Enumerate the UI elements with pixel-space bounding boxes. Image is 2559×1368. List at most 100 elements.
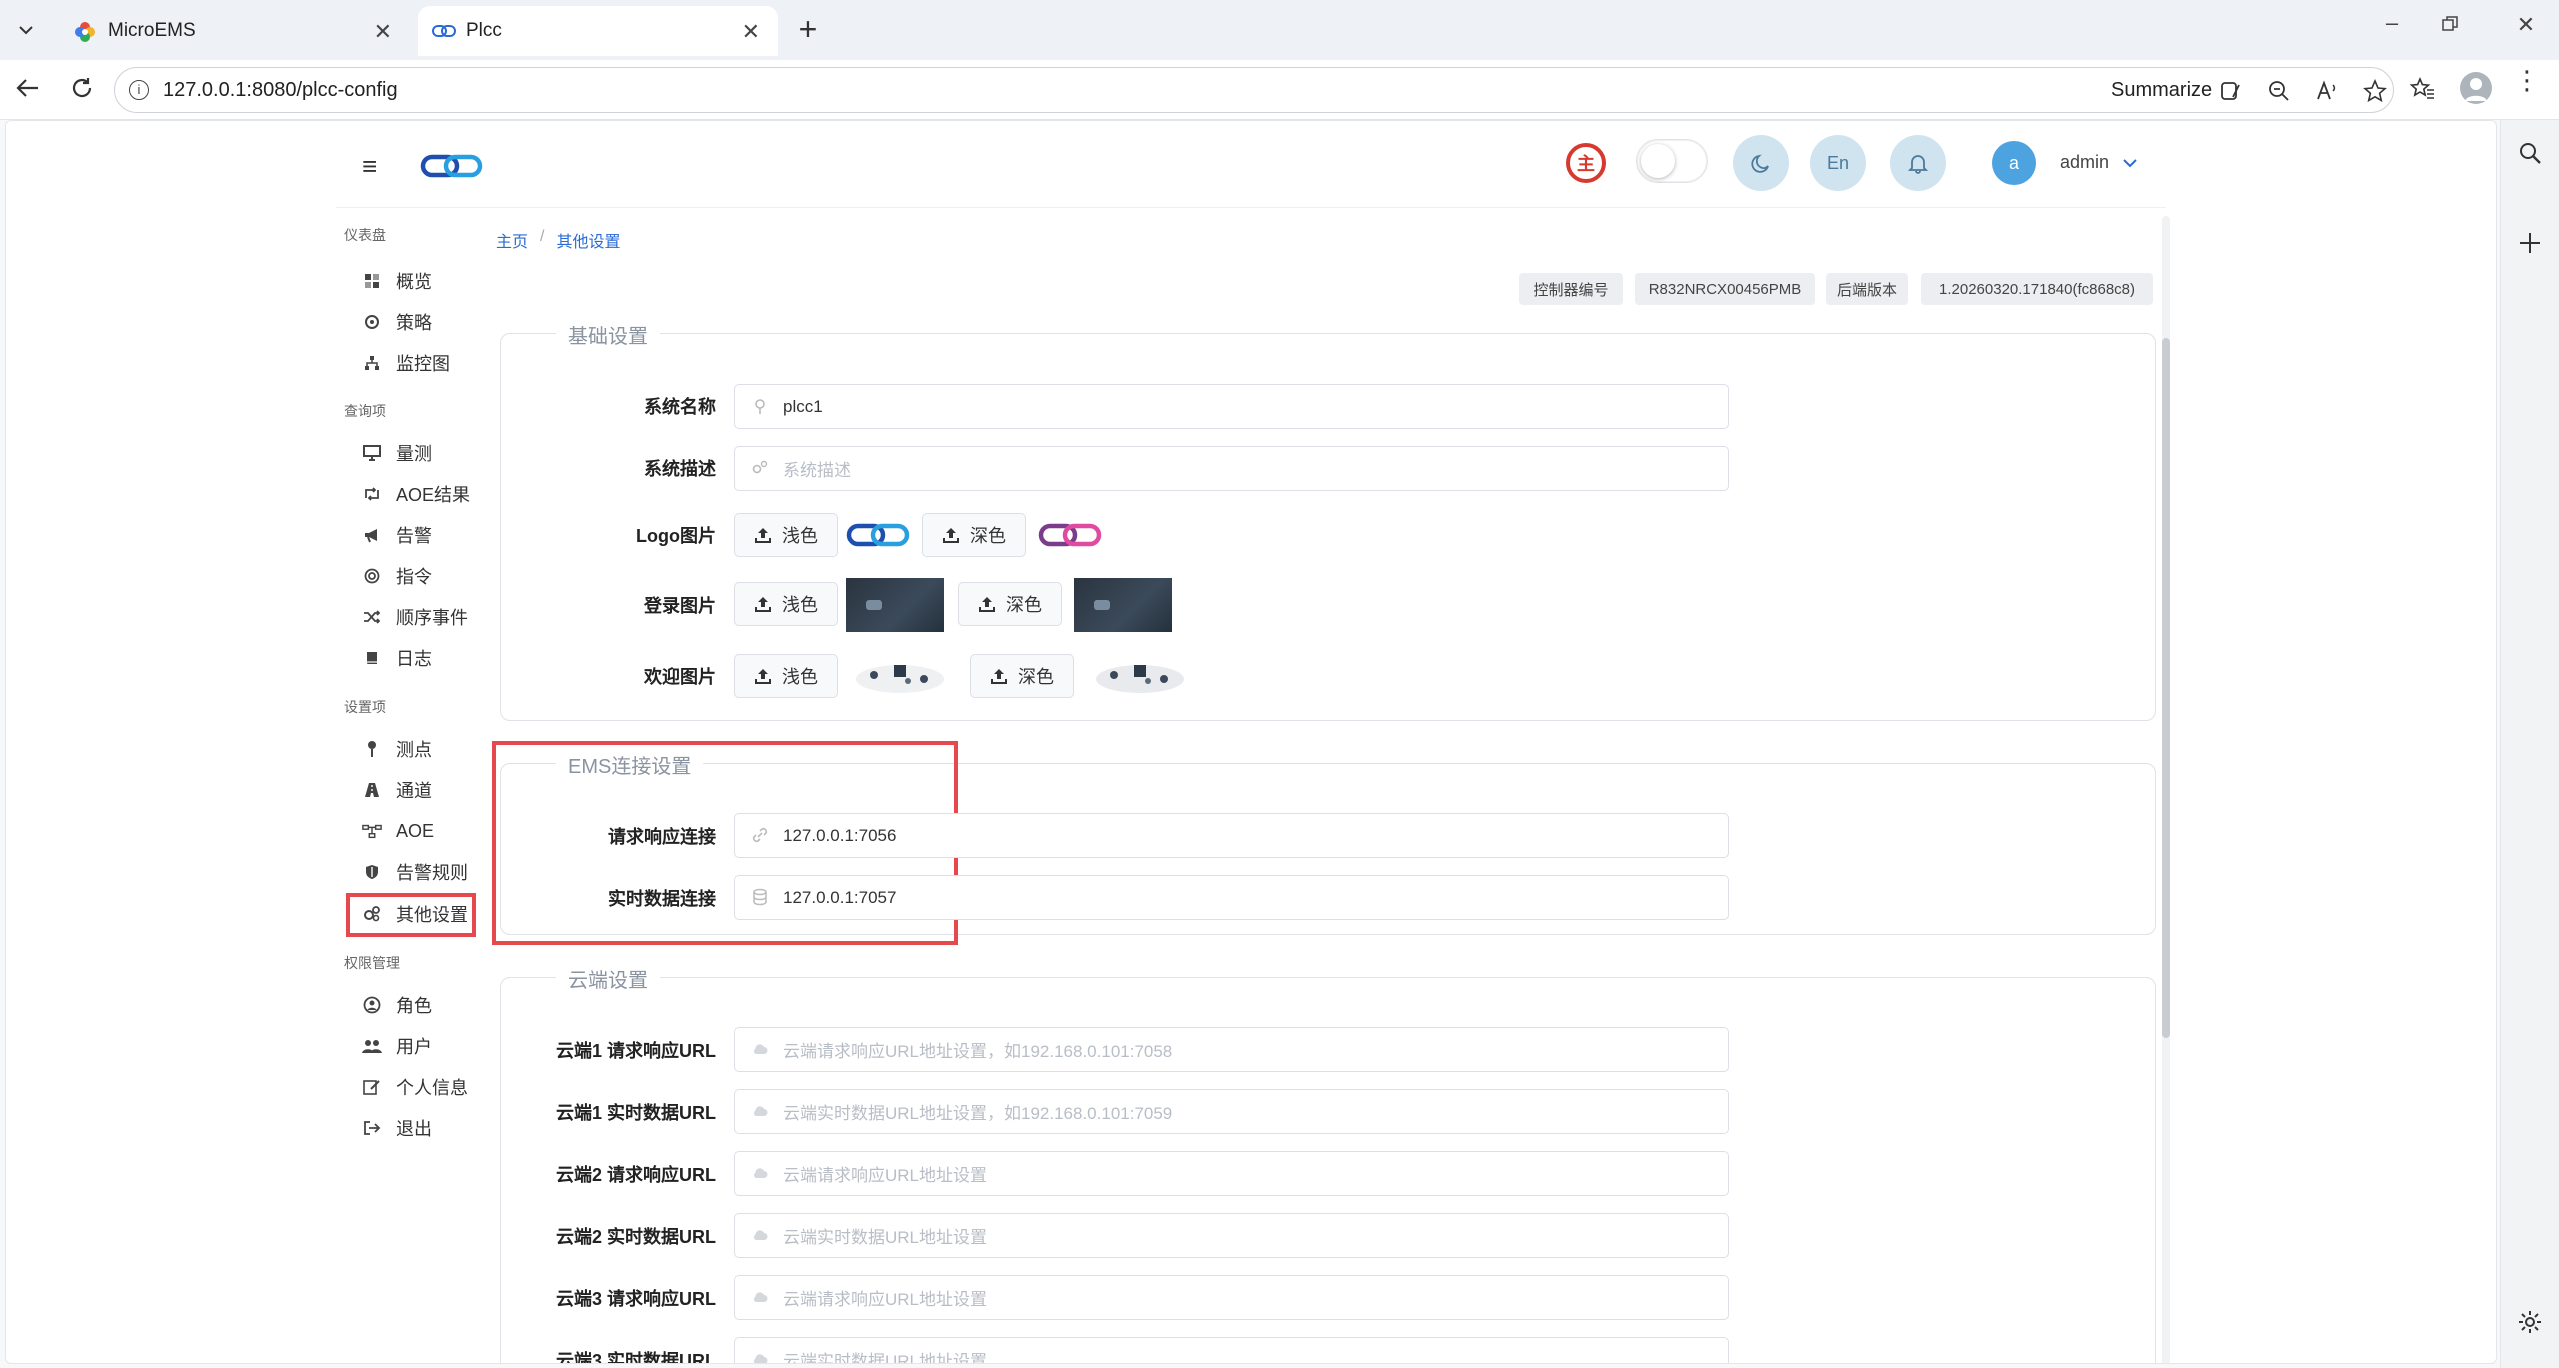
upload-icon <box>943 528 959 543</box>
username-label[interactable]: admin <box>2060 152 2109 173</box>
sidebar-item-label: 指令 <box>396 567 432 587</box>
system-desc-input[interactable]: 系统描述 <box>734 446 1729 491</box>
sidebar-item-other-settings[interactable]: 其他设置 <box>362 899 468 929</box>
cloud-icon <box>753 1230 768 1240</box>
search-icon[interactable] <box>2517 140 2543 166</box>
dark-mode-button[interactable] <box>1733 135 1789 191</box>
tab-plcc[interactable]: Plcc ✕ <box>418 6 778 56</box>
tab-title: MicroEMS <box>108 20 196 41</box>
sidebar-item-label: AOE <box>396 820 435 841</box>
tab-list-dropdown[interactable] <box>8 12 44 48</box>
add-icon[interactable] <box>2517 230 2543 256</box>
logo-light-preview <box>846 523 910 547</box>
sidebar-item-monitor-chart[interactable]: 监控图 <box>362 348 450 378</box>
menu-toggle-icon[interactable]: ≡ <box>362 151 377 182</box>
welcome-dark-preview <box>1096 665 1184 693</box>
login-upload-light-button[interactable]: 浅色 <box>734 582 838 626</box>
sidebar-item-aoe[interactable]: AOE <box>362 816 434 846</box>
logo-upload-light-button[interactable]: 浅色 <box>734 513 838 557</box>
profile-avatar[interactable] <box>2460 72 2492 104</box>
sidebar-item-roles[interactable]: 角色 <box>362 990 432 1020</box>
breadcrumb-home[interactable]: 主页 <box>496 228 528 252</box>
chevron-down-icon[interactable] <box>2122 157 2138 169</box>
sidebar-item-profile[interactable]: 个人信息 <box>362 1072 468 1102</box>
sidebar-item-users[interactable]: 用户 <box>362 1031 432 1061</box>
cloud3-realtime-placeholder: 云端实时数据URL地址设置 <box>783 1352 988 1364</box>
app-logo[interactable] <box>420 151 484 181</box>
shield-icon <box>362 862 382 882</box>
scrollbar-thumb[interactable] <box>2162 338 2170 1038</box>
cloud2-request-input[interactable]: 云端请求响应URL地址设置 <box>734 1151 1729 1196</box>
content-scrollbar[interactable] <box>2162 216 2170 1363</box>
sidebar-item-commands[interactable]: 指令 <box>362 561 432 591</box>
gears-icon <box>752 460 768 474</box>
welcome-upload-light-button[interactable]: 浅色 <box>734 654 838 698</box>
request-connection-input[interactable]: 127.0.0.1:7056 <box>734 813 1729 858</box>
close-tab-icon[interactable]: ✕ <box>742 19 760 45</box>
login-upload-dark-button[interactable]: 深色 <box>958 582 1062 626</box>
settings-gear-icon[interactable] <box>2516 1308 2544 1336</box>
pin-icon <box>362 739 382 759</box>
address-bar[interactable]: i 127.0.0.1:8080/plcc-config Summarize <box>114 67 2394 113</box>
reload-button[interactable] <box>68 74 100 106</box>
language-button[interactable]: En <box>1810 135 1866 191</box>
back-button[interactable] <box>14 74 46 106</box>
sidebar-item-label: 测点 <box>396 740 432 760</box>
summarize-icon[interactable] <box>2219 79 2243 103</box>
edge-sidebar <box>2500 120 2559 1368</box>
sidebar-item-channels[interactable]: 通道 <box>362 775 432 805</box>
more-options-icon[interactable]: ⋮ <box>2514 67 2540 93</box>
sidebar-item-sequence-events[interactable]: 顺序事件 <box>362 602 468 632</box>
system-name-value: plcc1 <box>783 396 823 416</box>
url-text[interactable]: 127.0.0.1:8080/plcc-config <box>163 79 398 102</box>
site-info-icon[interactable]: i <box>129 80 149 100</box>
sidebar-item-alarm-rules[interactable]: 告警规则 <box>362 857 468 887</box>
new-tab-button[interactable]: + <box>790 12 826 48</box>
cloud2-realtime-input[interactable]: 云端实时数据URL地址设置 <box>734 1213 1729 1258</box>
sidebar-item-logs[interactable]: 日志 <box>362 643 432 673</box>
sign-out-icon <box>362 1118 382 1138</box>
master-indicator[interactable]: 主 <box>1566 143 1606 183</box>
backend-version-label-badge: 后端版本 <box>1826 273 1908 305</box>
sidebar-item-measurement[interactable]: 量测 <box>362 438 432 468</box>
summarize-label[interactable]: Summarize <box>2111 79 2212 102</box>
favorites-list-icon[interactable] <box>2410 76 2436 102</box>
sidebar-item-label: 概览 <box>396 272 432 292</box>
welcome-upload-dark-button[interactable]: 深色 <box>970 654 1074 698</box>
sidebar-item-aoe-results[interactable]: AOE结果 <box>362 479 470 509</box>
read-aloud-icon[interactable] <box>2315 79 2339 103</box>
sidebar-item-alarms[interactable]: 告警 <box>362 520 432 550</box>
tab-microems[interactable]: MicroEMS ✕ <box>58 6 410 56</box>
book-icon <box>362 648 382 668</box>
theme-toggle-switch[interactable] <box>1636 139 1708 183</box>
reload-icon <box>72 78 92 98</box>
edit-icon <box>362 1077 382 1097</box>
notifications-button[interactable] <box>1890 135 1946 191</box>
logo-upload-dark-button[interactable]: 深色 <box>922 513 1026 557</box>
realtime-connection-input[interactable]: 127.0.0.1:7057 <box>734 875 1729 920</box>
sidebar-item-logout[interactable]: 退出 <box>362 1113 432 1143</box>
sidebar-item-label: 角色 <box>396 996 432 1016</box>
restore-button[interactable] <box>2440 14 2468 42</box>
close-window-button[interactable]: ✕ <box>2508 12 2544 48</box>
shuffle-icon <box>362 607 382 627</box>
cloud1-realtime-placeholder: 云端实时数据URL地址设置，如192.168.0.101:7059 <box>783 1104 1173 1123</box>
cloud2-realtime-placeholder: 云端实时数据URL地址设置 <box>783 1228 988 1247</box>
sidebar-item-label: 通道 <box>396 781 432 801</box>
close-tab-icon[interactable]: ✕ <box>374 19 392 45</box>
sidebar-item-points[interactable]: 测点 <box>362 734 432 764</box>
zoom-out-icon[interactable] <box>2267 79 2291 103</box>
nav-group-settings: 设置项 <box>344 699 386 715</box>
cloud3-realtime-input[interactable]: 云端实时数据URL地址设置 <box>734 1337 1729 1364</box>
system-name-input[interactable]: plcc1 <box>734 384 1729 429</box>
minimize-button[interactable]: – <box>2372 10 2412 46</box>
user-avatar[interactable]: a <box>1992 141 2036 185</box>
cloud1-realtime-input[interactable]: 云端实时数据URL地址设置，如192.168.0.101:7059 <box>734 1089 1729 1134</box>
favorite-star-icon[interactable] <box>2363 79 2387 103</box>
system-desc-placeholder: 系统描述 <box>783 461 851 480</box>
cloud3-realtime-label: 云端3 实时数据URL <box>555 1351 716 1364</box>
sidebar-item-overview[interactable]: 概览 <box>362 266 432 296</box>
cloud1-request-input[interactable]: 云端请求响应URL地址设置，如192.168.0.101:7058 <box>734 1027 1729 1072</box>
cloud3-request-input[interactable]: 云端请求响应URL地址设置 <box>734 1275 1729 1320</box>
sidebar-item-strategy[interactable]: 策略 <box>362 307 432 337</box>
